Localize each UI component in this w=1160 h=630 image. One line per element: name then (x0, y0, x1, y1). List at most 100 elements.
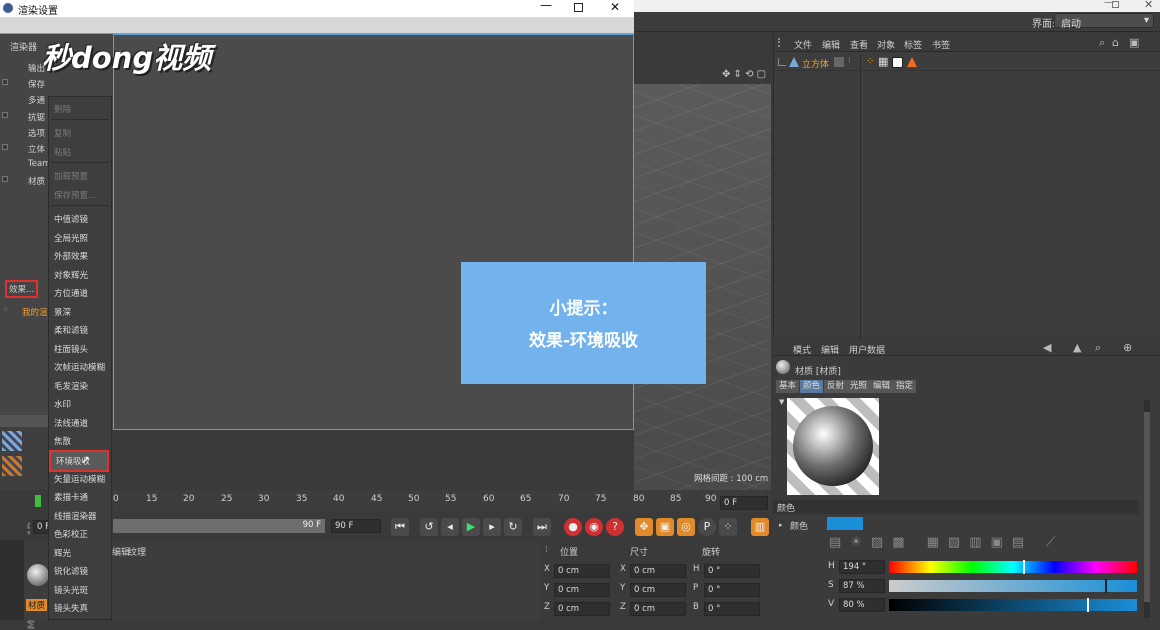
viewport-nav-icons[interactable]: ✥ ⇕ ⟲ ▢ (722, 69, 766, 80)
coord-field-rot[interactable]: 0 ° (704, 583, 760, 597)
tree-checkbox[interactable] (2, 111, 8, 118)
object-menu-edit[interactable]: 编辑 (822, 38, 840, 51)
tree-checkbox[interactable] (2, 176, 8, 183)
c4d-close-icon[interactable]: ✕ (1144, 0, 1153, 11)
back-arrow-icon[interactable]: ◀ (1043, 341, 1051, 354)
go-end-icon[interactable]: ⏭ (533, 518, 551, 536)
tree-item[interactable]: 保存 (28, 78, 45, 90)
frame-range-bar[interactable]: 90 F (113, 519, 325, 533)
rotate-key-icon[interactable]: ◎ (677, 518, 695, 536)
scene-thumb-icon-2[interactable] (2, 456, 22, 476)
play-icon[interactable]: ▶ (462, 518, 480, 536)
object-menu-view[interactable]: 查看 (850, 38, 868, 51)
prev-key-icon[interactable]: ↺ (420, 518, 438, 536)
tab-color[interactable]: 颜色 (800, 380, 824, 393)
autokey-icon[interactable]: ◉ (585, 518, 603, 536)
window-icon[interactable]: ▣ (1129, 36, 1139, 49)
coord-field-rot[interactable]: 0 ° (704, 602, 760, 616)
coord-field-size[interactable]: 0 cm (630, 564, 686, 578)
material-thumbnail[interactable] (27, 564, 49, 586)
material-tab-texture[interactable]: 纹理 (128, 545, 146, 558)
next-key-icon[interactable]: ↻ (504, 518, 522, 536)
attr-menu-mode[interactable]: 模式 (793, 343, 811, 356)
collapse-triangle-icon[interactable]: ▼ (779, 398, 784, 406)
scale-key-icon[interactable]: ▣ (656, 518, 674, 536)
tab-assign[interactable]: 指定 (893, 380, 917, 393)
search-icon[interactable]: ⌕ (1099, 36, 1105, 50)
menu-item[interactable]: 焦散 (54, 435, 71, 447)
cone-tag-icon[interactable] (907, 57, 917, 67)
end-frame-field[interactable]: 90 F (331, 519, 381, 533)
record-icon[interactable]: ● (564, 518, 582, 536)
attr-search-icon[interactable]: ⌕ (1095, 341, 1101, 355)
value-slider[interactable] (889, 598, 1137, 612)
tree-checkbox[interactable] (2, 79, 8, 86)
coord-field-pos[interactable]: 0 cm (554, 583, 610, 597)
dialog-close-icon[interactable]: ✕ (610, 0, 620, 14)
attr-menu-edit[interactable]: 编辑 (821, 343, 839, 356)
object-menu-tags[interactable]: 标签 (904, 38, 922, 51)
menu-item[interactable]: 矢量运动模糊 (54, 473, 105, 485)
object-name[interactable]: 立方体 (802, 57, 829, 70)
value-field[interactable]: 80 % (839, 598, 885, 612)
scene-thumb-icon[interactable] (2, 431, 22, 451)
tab-reflect[interactable]: 反射 (824, 380, 848, 393)
slider-knob[interactable] (1087, 598, 1090, 612)
step-forward-icon[interactable]: ▸ (483, 518, 501, 536)
coord-field-pos[interactable]: 0 cm (554, 602, 610, 616)
interface-dropdown[interactable]: 启动 ▾ (1054, 13, 1154, 30)
menu-item[interactable]: 素描卡通 (54, 491, 88, 503)
object-menu-bookmarks[interactable]: 书签 (932, 38, 950, 51)
tree-item[interactable]: 材质 (28, 175, 45, 187)
tab-illumination[interactable]: 光照 (847, 380, 871, 393)
timeline-ruler[interactable]: 0 15 20 25 30 35 40 45 50 55 60 65 70 75 80 85 90 0 F (113, 490, 771, 512)
layer-icon[interactable] (834, 57, 844, 67)
material-tag-icon[interactable] (892, 57, 903, 68)
saturation-field[interactable]: 87 % (839, 579, 885, 593)
material-preview[interactable] (787, 398, 879, 495)
preset-label[interactable]: 我的渲 (22, 306, 48, 318)
timeline-window-icon[interactable]: ▥ (751, 518, 769, 536)
coord-field-pos[interactable]: 0 cm (554, 564, 610, 578)
menu-item[interactable]: 锐化滤镜 (54, 565, 88, 577)
menu-item[interactable]: 线描渲染器 (54, 510, 97, 522)
tree-item[interactable]: 选项 (28, 127, 45, 139)
effects-button[interactable]: 效果... (5, 280, 39, 298)
pla-key-icon[interactable]: ⁘ (719, 518, 737, 536)
attr-scrollbar-thumb[interactable] (1144, 412, 1150, 602)
visibility-dots-icon[interactable]: ⁝ (848, 56, 851, 65)
color-picker-icons[interactable]: ▤☀▨▩ ▦▧▥▣▤ ⟋ (829, 535, 1064, 550)
menu-item-ambient-occlusion[interactable]: 环境吸收 (49, 450, 109, 472)
move-key-icon[interactable]: ✥ (635, 518, 653, 536)
menu-item[interactable]: 柔和滤镜 (54, 324, 88, 336)
menu-item[interactable]: 次帧运动模糊 (54, 361, 105, 373)
menu-item[interactable]: 法线通道 (54, 417, 88, 429)
up-arrow-icon[interactable]: ▲ (1073, 341, 1081, 354)
slider-knob[interactable] (1022, 560, 1025, 574)
dialog-maximize-icon[interactable] (574, 3, 583, 12)
menu-item[interactable]: 景深 (54, 306, 71, 318)
coord-field-rot[interactable]: 0 ° (704, 564, 760, 578)
menu-item[interactable]: 柱面镜头 (54, 343, 88, 355)
tag-dots-icon[interactable]: ⁘ (866, 56, 874, 67)
c4d-maximize-icon[interactable] (1112, 1, 1119, 8)
object-row[interactable]: 立方体 ⁝ ⁘ ▦ (774, 54, 1160, 356)
attr-menu-userdata[interactable]: 用户数据 (849, 343, 885, 356)
menu-item[interactable]: 全局光照 (54, 232, 88, 244)
keyframe-selection-icon[interactable]: ? (606, 518, 624, 536)
menu-item[interactable]: 色彩校正 (54, 528, 88, 540)
tree-item[interactable]: 抗锯 (28, 111, 45, 123)
step-back-icon[interactable]: ◂ (441, 518, 459, 536)
material-thumb-label[interactable]: 材质 (26, 599, 48, 611)
menu-item[interactable]: 辉光 (54, 547, 71, 559)
tab-basic[interactable]: 基本 (776, 380, 800, 393)
tree-checkbox[interactable] (2, 144, 8, 150)
color-swatch[interactable] (827, 517, 863, 530)
hue-slider[interactable] (889, 560, 1137, 574)
menu-item[interactable]: 毛发渲染 (54, 380, 88, 392)
go-start-icon[interactable]: ⏮ (391, 518, 409, 536)
home-icon[interactable]: ⌂ (1112, 36, 1119, 49)
hue-field[interactable]: 194 ° (839, 560, 885, 574)
param-key-icon[interactable]: P (698, 518, 716, 536)
expand-triangle-icon[interactable]: ▸ (779, 521, 783, 529)
